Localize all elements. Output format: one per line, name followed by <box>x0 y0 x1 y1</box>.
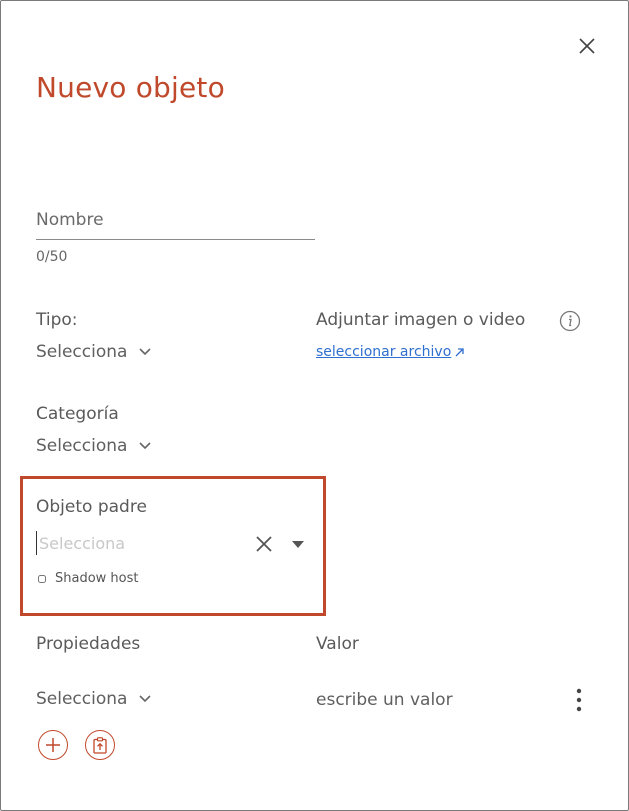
name-char-counter: 0/50 <box>36 249 68 265</box>
category-label: Categoría <box>36 404 119 424</box>
chevron-down-icon <box>139 442 152 450</box>
select-file-link[interactable]: seleccionar archivo <box>316 344 464 360</box>
shadow-host-checkbox[interactable] <box>38 574 46 583</box>
clipboard-upload-icon <box>93 736 107 754</box>
name-input[interactable] <box>36 201 315 240</box>
property-select-value: Selecciona <box>36 689 128 709</box>
close-icon <box>579 38 595 54</box>
chevron-down-icon <box>139 695 152 703</box>
value-label: Valor <box>316 634 359 654</box>
type-label: Tipo: <box>36 310 78 330</box>
type-select[interactable]: Selecciona <box>36 342 152 362</box>
dialog-title: Nuevo objeto <box>36 71 225 104</box>
external-link-icon <box>455 347 464 356</box>
category-select-value: Selecciona <box>36 436 128 456</box>
kebab-menu-icon[interactable] <box>573 687 585 713</box>
value-input[interactable]: escribe un valor <box>316 690 453 710</box>
info-icon[interactable] <box>559 310 581 332</box>
shadow-host-option: Shadow host <box>38 571 139 586</box>
plus-circle-icon <box>46 738 60 752</box>
type-select-value: Selecciona <box>36 342 128 362</box>
value-input-placeholder: escribe un valor <box>316 690 453 710</box>
attach-label: Adjuntar imagen o video <box>316 310 526 330</box>
parent-object-label: Objeto padre <box>36 497 147 517</box>
paste-properties-button[interactable] <box>85 730 115 760</box>
close-button[interactable] <box>575 34 599 58</box>
shadow-host-label: Shadow host <box>55 571 139 586</box>
property-select[interactable]: Selecciona <box>36 689 152 709</box>
properties-label: Propiedades <box>36 634 141 654</box>
clear-icon[interactable] <box>254 534 274 554</box>
chevron-down-icon <box>139 348 152 356</box>
add-property-button[interactable] <box>38 730 68 760</box>
select-file-link-text: seleccionar archivo <box>316 344 452 360</box>
new-object-dialog: Nuevo objeto 0/50 Tipo: Selecciona Adjun… <box>0 0 629 811</box>
caret-down-icon[interactable] <box>290 539 306 549</box>
category-select[interactable]: Selecciona <box>36 436 152 456</box>
parent-object-input[interactable] <box>36 531 244 555</box>
